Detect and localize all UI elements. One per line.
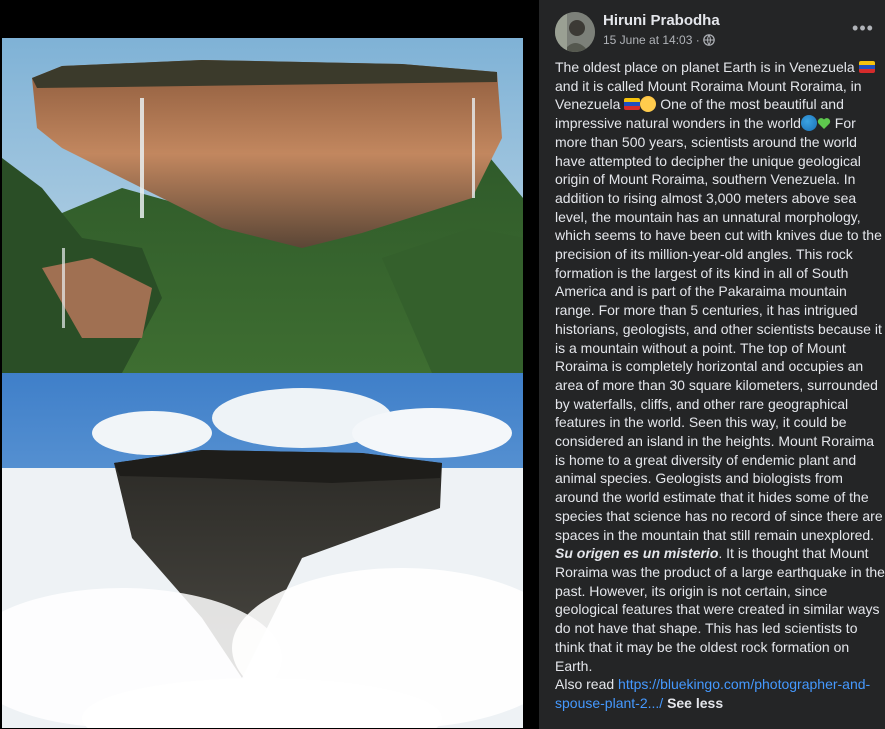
post-author-name[interactable]: Hiruni Prabodha [603,12,720,29]
post-body: The oldest place on planet Earth is in V… [555,58,885,713]
exploding-head-emoji-icon [640,96,657,113]
post-details-panel: Hiruni Prabodha 15 June at 14:03 · ••• T… [539,0,885,729]
more-options-icon[interactable]: ••• [849,14,877,42]
earth-globe-emoji-icon [800,115,817,132]
also-read-label: Also read [555,676,615,693]
post-timestamp[interactable]: 15 June at 14:03 · [603,33,700,47]
venezuela-flag-icon [858,61,875,73]
post-text-spanish: Su origen es un misterio [555,545,719,562]
see-less-button[interactable]: See less [667,695,723,711]
globe-icon [702,34,715,46]
post-text-intro: The oldest place on planet Earth is in V… [555,59,855,75]
avatar[interactable] [555,12,595,52]
venezuela-flag-icon [624,98,641,111]
post-text-conclusion: . It is thought that Mount Roraima was t… [555,545,885,674]
post-photo[interactable] [2,38,523,728]
post-meta: 15 June at 14:03 · [603,33,715,47]
photo-viewer [0,0,539,729]
post-text-main: For more than 500 years, scientists arou… [555,115,883,543]
green-heart-icon [817,118,831,130]
